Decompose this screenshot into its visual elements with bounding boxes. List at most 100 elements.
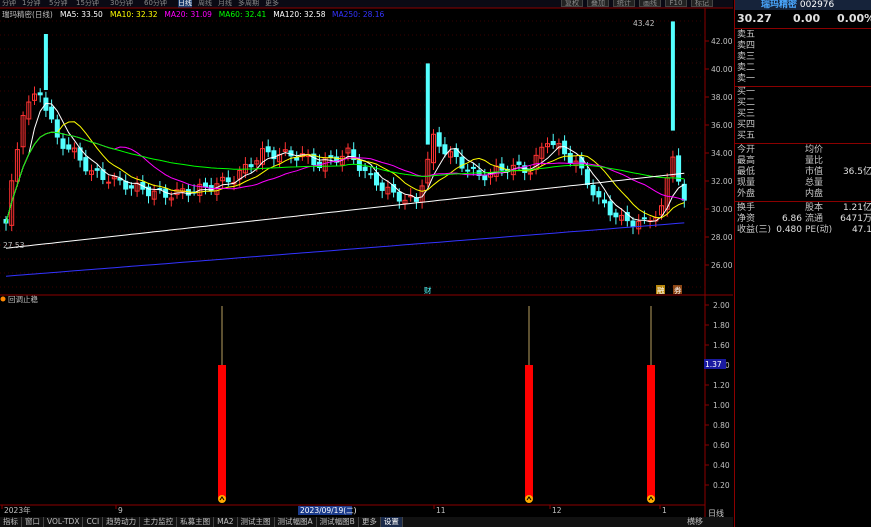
candle-body	[436, 132, 442, 147]
stat-key: 换手	[737, 203, 756, 213]
stat-value: 6471万	[840, 214, 871, 224]
signal-dot-icon	[0, 296, 6, 302]
candle-body	[442, 144, 448, 155]
stat-key: 最高	[737, 156, 756, 166]
candle-body	[83, 157, 89, 172]
period-label: 日线	[708, 509, 724, 518]
stat-key: 总量	[805, 178, 824, 188]
sub-axis-label: 0.40	[713, 461, 730, 470]
current-value: 1.37	[705, 360, 722, 369]
stat-key: 量比	[805, 156, 824, 166]
candle-body	[676, 155, 682, 182]
bottom-tab-6[interactable]: 私募主图	[177, 517, 215, 527]
candle-body	[607, 201, 613, 216]
bottom-tab-9[interactable]: 测试幅图A	[275, 517, 317, 527]
margin-marker: 融	[657, 285, 665, 295]
bid-row: 买五	[735, 131, 871, 142]
candle-body	[128, 185, 134, 189]
candle-body	[248, 164, 254, 168]
bottom-tab-5[interactable]: 主力监控	[140, 517, 178, 527]
stat-key: 今开	[737, 145, 756, 155]
ma-legend-2: MA20: 31.09	[164, 10, 212, 19]
candle-body	[60, 138, 66, 149]
last-price: 30.27	[737, 12, 772, 25]
candle-body	[596, 191, 602, 198]
bottom-tab-0[interactable]: 指标	[0, 517, 22, 527]
price-label: 26.00	[711, 261, 733, 270]
candle-body	[470, 166, 476, 169]
pct-change: 0.00%	[837, 12, 871, 25]
bottom-tab-2[interactable]: VOL-TDX	[44, 517, 84, 527]
ask-row: 卖二	[735, 63, 871, 74]
stock-code: 002976	[799, 0, 835, 10]
stat-key: 市值	[805, 167, 824, 177]
sub-axis-label: 0.60	[713, 441, 730, 450]
candle-body	[613, 212, 619, 218]
candle-body	[54, 119, 60, 138]
bottom-tab-4[interactable]: 趋势动力	[103, 517, 141, 527]
stats-divider	[735, 143, 871, 144]
chart-title: 瑞玛精密(日线)	[2, 9, 53, 19]
bottom-tab-8[interactable]: 测试主图	[238, 517, 275, 527]
sub-title: 回调止稳	[8, 294, 38, 304]
stat-row: 外盘 内盘	[735, 189, 871, 200]
stat-row: 最低 市值 36.5亿	[735, 167, 871, 178]
high-annotation: 43.42	[633, 19, 655, 28]
stat-row: 净资 6.86 流通 6471万	[735, 214, 871, 225]
signal-subchart	[218, 306, 655, 503]
bid-label: 买三	[737, 109, 756, 119]
date-label: 1	[662, 506, 667, 515]
candle-body	[590, 185, 596, 196]
price-label: 30.00	[711, 205, 733, 214]
bottom-tab-11[interactable]: 更多	[359, 517, 381, 527]
candlesticks	[3, 21, 687, 235]
bid-row: 买三	[735, 109, 871, 120]
finance-marker: 财	[424, 285, 432, 295]
ask-label: 卖三	[737, 52, 756, 62]
bottom-tab-1[interactable]: 窗口	[22, 517, 44, 527]
candle-body	[630, 220, 636, 227]
ma250-line	[5, 222, 685, 277]
bottom-tab-10[interactable]: 测试幅图B	[317, 517, 359, 527]
candle-body	[368, 173, 374, 176]
candle-body	[465, 169, 471, 172]
stat-key: 流通	[805, 214, 824, 224]
ask-row: 卖四	[735, 41, 871, 52]
stat-row: 换手 股本 1.21亿	[735, 203, 871, 214]
stat-row: 现量 总量	[735, 178, 871, 189]
candle-body	[203, 182, 208, 188]
stat-key: 现量	[737, 178, 756, 188]
candle-body	[106, 181, 112, 184]
candle-body	[681, 183, 687, 201]
date-label: 9	[118, 506, 123, 515]
bottom-tab-7[interactable]: MA2	[214, 517, 238, 527]
stat-key: 净资	[737, 214, 756, 224]
candle-body	[567, 153, 573, 164]
bid-label: 买二	[737, 98, 756, 108]
bid-label: 买一	[737, 87, 756, 97]
bottom-tab-12[interactable]: 设置	[380, 517, 403, 527]
bottom-tab-3[interactable]: CCI	[83, 517, 104, 527]
candle-body	[374, 172, 379, 186]
stock-name: 瑞玛精密	[761, 0, 798, 10]
date-label: 12	[552, 506, 562, 515]
ask-label: 卖二	[737, 63, 756, 73]
cursor-date: 2023/09/19(二)	[300, 506, 357, 515]
date-label: 2023年	[4, 505, 31, 515]
ask-row: 卖三	[735, 52, 871, 63]
candle-body	[584, 169, 590, 186]
sub-axis-label: 1.60	[713, 341, 730, 350]
stat-key: 最低	[737, 167, 756, 177]
stat-value: 47.1	[851, 225, 871, 235]
stats-divider	[735, 201, 871, 202]
signal-bar	[647, 365, 655, 498]
candle-body	[482, 175, 488, 181]
spike-candle	[425, 63, 430, 145]
ma60-line	[5, 131, 685, 224]
stat-key: PE(动)	[805, 225, 833, 235]
sub-axis-label: 0.80	[713, 421, 730, 430]
ma-lines	[5, 102, 685, 277]
candle-body	[641, 217, 647, 220]
candle-body	[379, 182, 385, 191]
candle-body	[516, 161, 522, 165]
